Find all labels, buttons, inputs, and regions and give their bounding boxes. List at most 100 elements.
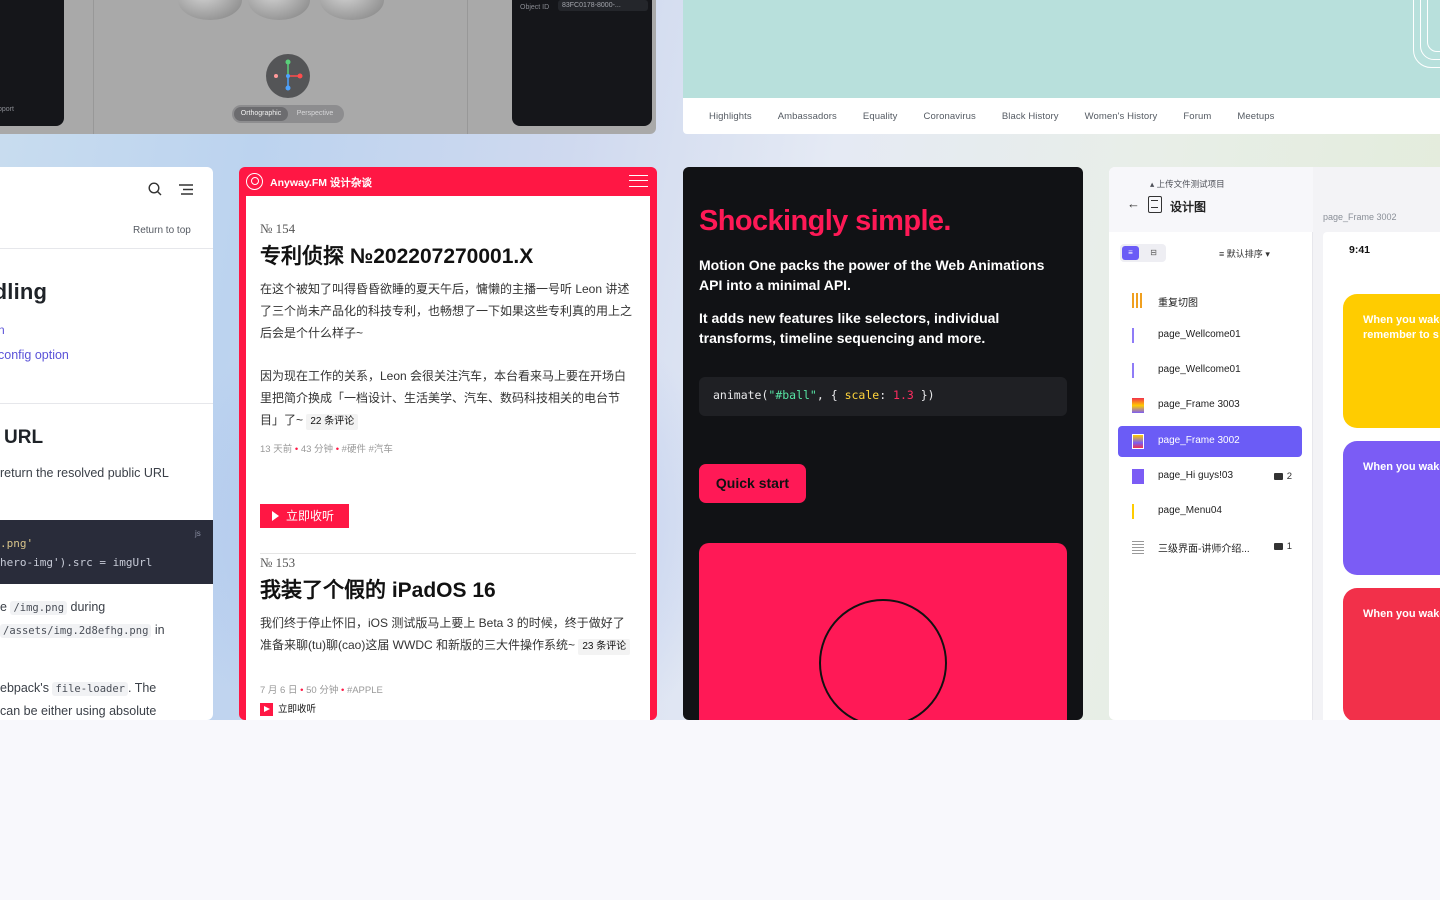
sort-label: 默认排序: [1226, 249, 1263, 259]
perspective-option[interactable]: Perspective: [288, 107, 342, 121]
list-view-icon[interactable]: ≡: [1122, 246, 1139, 260]
file-thumbnail: [1132, 434, 1144, 449]
inline-code: /img.png: [10, 601, 68, 615]
ball-circle: [819, 599, 947, 720]
file-name: page_Frame 3003: [1158, 399, 1240, 410]
sort-dropdown[interactable]: ≡ 默认排序 ▾: [1219, 247, 1270, 260]
nav-forum[interactable]: Forum: [1183, 111, 1211, 122]
file-item[interactable]: page_Wellcome01: [1118, 320, 1302, 351]
hamburger-menu-icon[interactable]: [629, 175, 648, 187]
document-icon: [1148, 196, 1162, 213]
file-thumbnail: [1132, 398, 1144, 413]
comment-count[interactable]: 23 条评论: [578, 639, 631, 655]
file-name: page_Frame 3002: [1158, 435, 1240, 446]
code-token: , {: [816, 388, 845, 402]
episode-date: 7 月 6 日: [260, 685, 298, 696]
sort-icon: ≡: [1219, 249, 1225, 259]
onboarding-card[interactable]: When you wake up: [1343, 441, 1440, 575]
episode-title[interactable]: 专利侦探 №202207270001.X: [260, 240, 533, 270]
object-id-field[interactable]: 83FC0178-8000-...: [558, 0, 648, 11]
paragraph-line: ebpack's file-loader. The: [0, 681, 157, 696]
divider: [467, 0, 468, 134]
listen-now-button[interactable]: 立即收听: [260, 703, 316, 716]
episode-title[interactable]: 我装了个假的 iPadOS 16: [260, 574, 496, 604]
back-arrow-icon[interactable]: ←: [1127, 196, 1140, 211]
tag[interactable]: #APPLE: [347, 685, 383, 696]
file-name: 三级界面-讲师介绍...: [1158, 544, 1250, 555]
toc-link[interactable]: n: [0, 323, 5, 337]
divider: [260, 553, 636, 554]
code-token: :: [879, 388, 894, 402]
tag[interactable]: #汽车: [369, 444, 393, 455]
file-name: page_Wellcome01: [1158, 329, 1241, 340]
preview-frame: 9:41 When you wake remember to s When yo…: [1323, 232, 1440, 720]
nav-highlights[interactable]: Highlights: [709, 111, 752, 122]
nav-ambassadors[interactable]: Ambassadors: [778, 111, 837, 122]
features-paragraph: It adds new features like selectors, ind…: [699, 310, 1000, 346]
text: . The: [127, 681, 157, 695]
menu-icon[interactable]: [178, 183, 194, 196]
orientation-gizmo[interactable]: [266, 54, 310, 98]
onboarding-card[interactable]: When you wake up 75: [1343, 588, 1440, 720]
projection-toggle[interactable]: Orthographic Perspective: [232, 105, 344, 123]
code-block: js .png' hero-img').src = imgUrl: [0, 520, 213, 584]
divider: [0, 403, 213, 404]
orthographic-option[interactable]: Orthographic: [234, 107, 288, 121]
file-item[interactable]: page_Frame 3003: [1118, 390, 1302, 421]
return-to-top-link[interactable]: Return to top: [133, 225, 191, 236]
file-item-selected[interactable]: page_Frame 3002: [1118, 426, 1302, 457]
intro-paragraph: Motion One packs the power of the Web An…: [699, 257, 1045, 293]
file-list-panel: ▴ 上传文件测试项目 ← 设计图 ≡ ⊟ ≡ 默认排序 ▾ 重复切图 page_…: [1109, 167, 1313, 720]
nav-meetups[interactable]: Meetups: [1237, 111, 1274, 122]
logo-icon[interactable]: [246, 173, 263, 190]
episode-meta: 13 天前 • 43 分钟 • #硬件 #汽车: [260, 444, 393, 455]
grid-view-icon[interactable]: ⊟: [1145, 246, 1162, 260]
comment-count: 2: [1274, 471, 1292, 482]
text: during: [70, 600, 106, 614]
motion-one-screenshot: Shockingly simple. Motion One packs the …: [683, 167, 1083, 720]
properties-panel: Object ID 83FC0178-8000-...: [512, 0, 652, 126]
file-item[interactable]: 重复切图: [1118, 285, 1302, 316]
brand-name[interactable]: Anyway.FM 设计杂谈: [270, 175, 372, 190]
card-text: When you wake remember to s: [1363, 314, 1440, 341]
project-name[interactable]: ▴ 上传文件测试项目: [1150, 178, 1225, 190]
episode-description: 因为现在工作的关系，Leon 会很关注汽车，本台看来马上要在开场白里把简介换成「…: [260, 365, 636, 431]
nav-womens-history[interactable]: Women's History: [1085, 111, 1158, 122]
3d-object: [320, 0, 384, 20]
toc-link-config-option[interactable]: config option: [0, 348, 69, 362]
file-item[interactable]: 三级界面-讲师介绍... 1: [1118, 531, 1302, 562]
onboarding-card[interactable]: When you wake remember to s: [1343, 294, 1440, 428]
community-site-screenshot: Highlights Ambassadors Equality Coronavi…: [683, 0, 1440, 134]
text: 我们终于停止怀旧，iOS 测试版马上要上 Beta 3 的时候，终于做好了准备来…: [260, 616, 625, 652]
file-item[interactable]: page_Wellcome01: [1118, 355, 1302, 386]
decorative-lines: [1427, 0, 1440, 52]
code-token: animate(: [713, 388, 769, 402]
file-item[interactable]: page_Hi guys!03 2: [1118, 461, 1302, 492]
comment-count[interactable]: 22 条评论: [306, 414, 359, 430]
docs-header: Return to top: [0, 167, 213, 249]
card-text: When you wake up: [1363, 461, 1440, 473]
nav-black-history[interactable]: Black History: [1002, 111, 1059, 122]
nav-coronavirus[interactable]: Coronavirus: [924, 111, 976, 122]
paragraph: return the resolved public URL: [0, 466, 169, 480]
podcast-header: Anyway.FM 设计杂谈: [239, 167, 657, 196]
object-id-label: Object ID: [520, 4, 550, 11]
page-title: 设计图: [1170, 200, 1207, 214]
view-toggle[interactable]: ≡ ⊟: [1120, 244, 1166, 262]
listen-now-button[interactable]: 立即收听: [260, 504, 349, 528]
search-icon[interactable]: [148, 182, 162, 196]
file-item[interactable]: page_Menu04: [1118, 496, 1302, 527]
code-line: hero-img').src = imgUrl: [0, 556, 153, 569]
episode-duration: 50 分钟: [306, 685, 339, 696]
nav-equality[interactable]: Equality: [863, 111, 898, 122]
file-thumbnail: [1132, 363, 1144, 378]
community-nav: Highlights Ambassadors Equality Coronavi…: [709, 111, 1301, 122]
preview-frame-label: page_Frame 3002: [1323, 212, 1397, 222]
3d-object: [248, 0, 310, 20]
file-list-header: ▴ 上传文件测试项目 ← 设计图: [1109, 167, 1313, 232]
quick-start-button[interactable]: Quick start: [699, 464, 806, 503]
tag[interactable]: #硬件: [342, 444, 366, 455]
code-token: scale: [844, 388, 880, 402]
code-token: "#ball": [768, 388, 817, 402]
status-time: 9:41: [1349, 244, 1371, 256]
